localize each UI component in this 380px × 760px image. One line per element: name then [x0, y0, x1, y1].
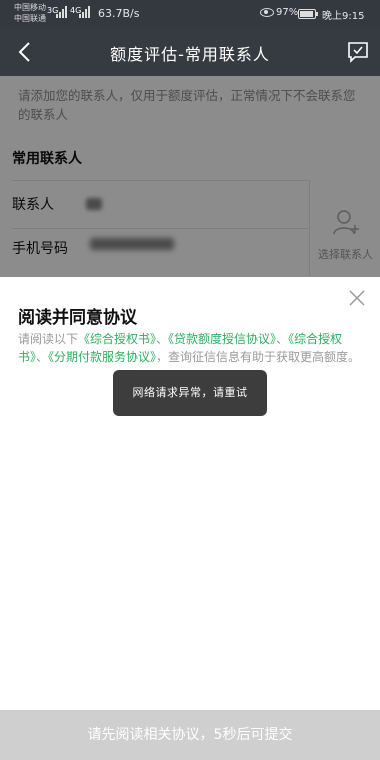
- carrier-2: 中国联通: [14, 14, 46, 23]
- page-title: 额度评估-常用联系人: [110, 45, 270, 64]
- carrier-info: 中国移动 中国联通: [14, 2, 46, 24]
- agreement-text: 请阅读以下《综合授权书》、《贷款额度授信协议》、《综合授权书》、《分期付款服务协…: [18, 330, 366, 366]
- separator: 、: [36, 350, 49, 364]
- chat-feedback-icon[interactable]: [346, 40, 370, 64]
- separator: 、: [156, 332, 169, 346]
- eye-comfort-icon: [260, 8, 274, 17]
- error-toast: 网络请求异常，请重试: [113, 370, 267, 416]
- agreement-intro: 请阅读以下: [18, 332, 79, 346]
- network-speed: 63.7B/s: [98, 7, 140, 20]
- status-bar: 中国移动 中国联通 3G 4G 63.7B/s 97% 晚上9:15: [0, 0, 380, 28]
- nav-bar: 额度评估-常用联系人: [0, 28, 380, 76]
- agreement-sheet: 阅读并同意协议 请阅读以下《综合授权书》、《贷款额度授信协议》、《综合授权书》、…: [0, 277, 380, 710]
- agreement-title: 阅读并同意协议: [18, 308, 137, 328]
- clock: 晚上9:15: [322, 11, 365, 22]
- battery-percent: 97%: [276, 7, 299, 18]
- agreement-link-loan-credit[interactable]: 《贷款额度授信协议》: [168, 332, 276, 346]
- signal-icon: [56, 6, 67, 18]
- battery-icon: [298, 9, 318, 19]
- agreement-link-installment-service[interactable]: 《分期付款服务协议》: [48, 350, 156, 364]
- carrier-1: 中国移动: [14, 3, 46, 12]
- close-icon[interactable]: [348, 289, 366, 307]
- signal-icon: [79, 6, 90, 18]
- submit-button[interactable]: 请先阅读相关协议，5秒后可提交: [0, 710, 380, 760]
- agreement-outro: ，查询征信信息有助于获取更高额度。: [156, 350, 361, 364]
- agreement-link-comprehensive-auth[interactable]: 《综合授权书》: [78, 332, 156, 346]
- separator: 、: [276, 332, 289, 346]
